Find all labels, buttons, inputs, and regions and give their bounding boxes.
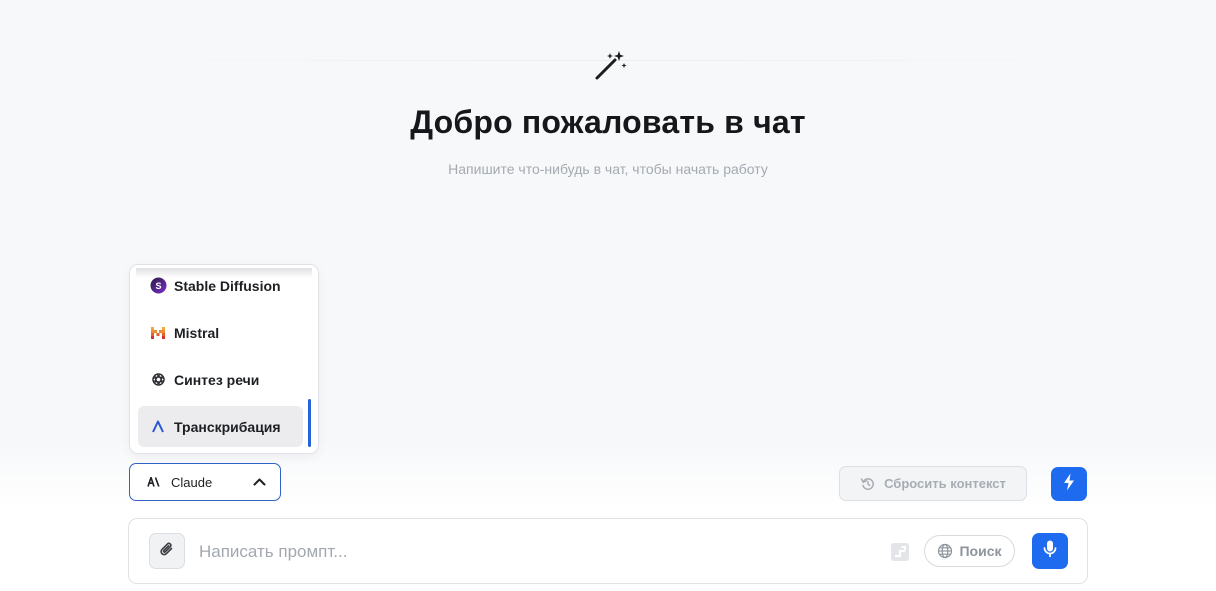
reset-context-label: Сбросить контекст: [884, 476, 1006, 491]
welcome-title: Добро пожаловать в чат: [410, 104, 806, 140]
microphone-button[interactable]: [1032, 533, 1068, 569]
dropdown-scrollbar[interactable]: [308, 399, 311, 447]
reset-icon: [860, 476, 876, 492]
model-dropdown-menu: S Stable Diffusion Mistral Синтез речи Т…: [129, 264, 319, 454]
web-search-toggle[interactable]: Поиск: [924, 535, 1015, 567]
stable-diffusion-icon: S: [149, 277, 167, 295]
lightning-icon: [1063, 473, 1075, 496]
openai-icon: [149, 371, 167, 389]
globe-icon: [937, 543, 953, 559]
microphone-icon: [1043, 540, 1057, 563]
quick-action-button[interactable]: [1051, 467, 1087, 501]
chevron-up-icon: [253, 478, 266, 486]
prompt-input[interactable]: [197, 537, 841, 567]
model-selector[interactable]: Claude: [129, 463, 281, 501]
model-option-mistral[interactable]: Mistral: [138, 312, 303, 353]
svg-text:S: S: [155, 281, 161, 291]
reset-context-button[interactable]: Сбросить контекст: [839, 466, 1027, 501]
model-option-label: Синтез речи: [174, 371, 260, 388]
model-option-transcription[interactable]: Транскрибация: [138, 406, 303, 447]
model-option-stable-diffusion[interactable]: S Stable Diffusion: [138, 265, 303, 306]
mistral-icon: [149, 324, 167, 342]
paperclip-icon: [160, 541, 174, 562]
magic-wand-icon: [595, 51, 627, 80]
attach-button[interactable]: [149, 533, 185, 569]
model-option-label: Mistral: [174, 324, 220, 341]
model-option-speech-synthesis[interactable]: Синтез речи: [138, 359, 303, 400]
model-selector-label: Claude: [171, 474, 213, 490]
anthropic-icon: [147, 477, 160, 487]
search-label: Поиск: [959, 543, 1002, 559]
assembly-icon: [149, 418, 167, 436]
expand-icon[interactable]: [890, 542, 910, 562]
model-option-label: Stable Diffusion: [174, 277, 281, 294]
prompt-bar: Поиск: [128, 518, 1088, 584]
model-option-label: Транскрибация: [174, 418, 281, 435]
welcome-subtitle: Напишите что-нибудь в чат, чтобы начать …: [448, 161, 768, 177]
